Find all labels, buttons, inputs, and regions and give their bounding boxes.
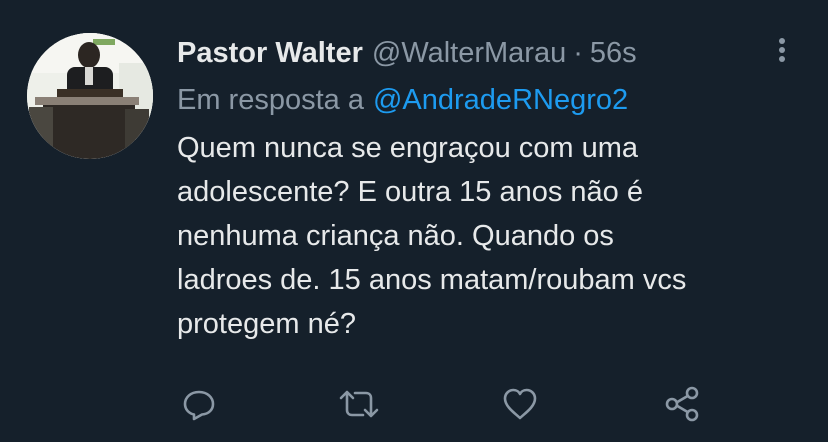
reply-prefix: Em resposta a <box>177 83 364 116</box>
action-bar <box>0 384 828 424</box>
separator-dot: · <box>573 36 583 69</box>
tweet-content: Pastor Walter @WalterMarau · 56s Em resp… <box>177 28 797 346</box>
retweet-button[interactable] <box>337 384 381 424</box>
reply-context: Em resposta a @AndradeRNegro2 <box>177 78 797 122</box>
like-button[interactable] <box>498 384 542 424</box>
retweet-icon <box>339 390 379 418</box>
more-vertical-icon[interactable] <box>771 34 793 66</box>
timestamp[interactable]: 56s <box>590 37 637 70</box>
user-handle[interactable]: @WalterMarau <box>372 37 566 70</box>
reply-to-link[interactable]: @AndradeRNegro2 <box>373 84 628 117</box>
tweet-header: Pastor Walter @WalterMarau · 56s <box>177 28 797 78</box>
reply-icon <box>183 390 215 421</box>
reply-button[interactable] <box>177 384 221 424</box>
tweet-text: Quem nunca se engraçou com uma adolescen… <box>177 132 687 340</box>
share-icon <box>665 386 699 422</box>
avatar-photo <box>27 33 153 159</box>
display-name[interactable]: Pastor Walter <box>177 37 363 70</box>
tweet-card[interactable]: Pastor Walter @WalterMarau · 56s Em resp… <box>0 0 828 442</box>
avatar[interactable] <box>27 33 153 159</box>
share-button[interactable] <box>661 384 705 424</box>
heart-icon <box>503 388 537 420</box>
